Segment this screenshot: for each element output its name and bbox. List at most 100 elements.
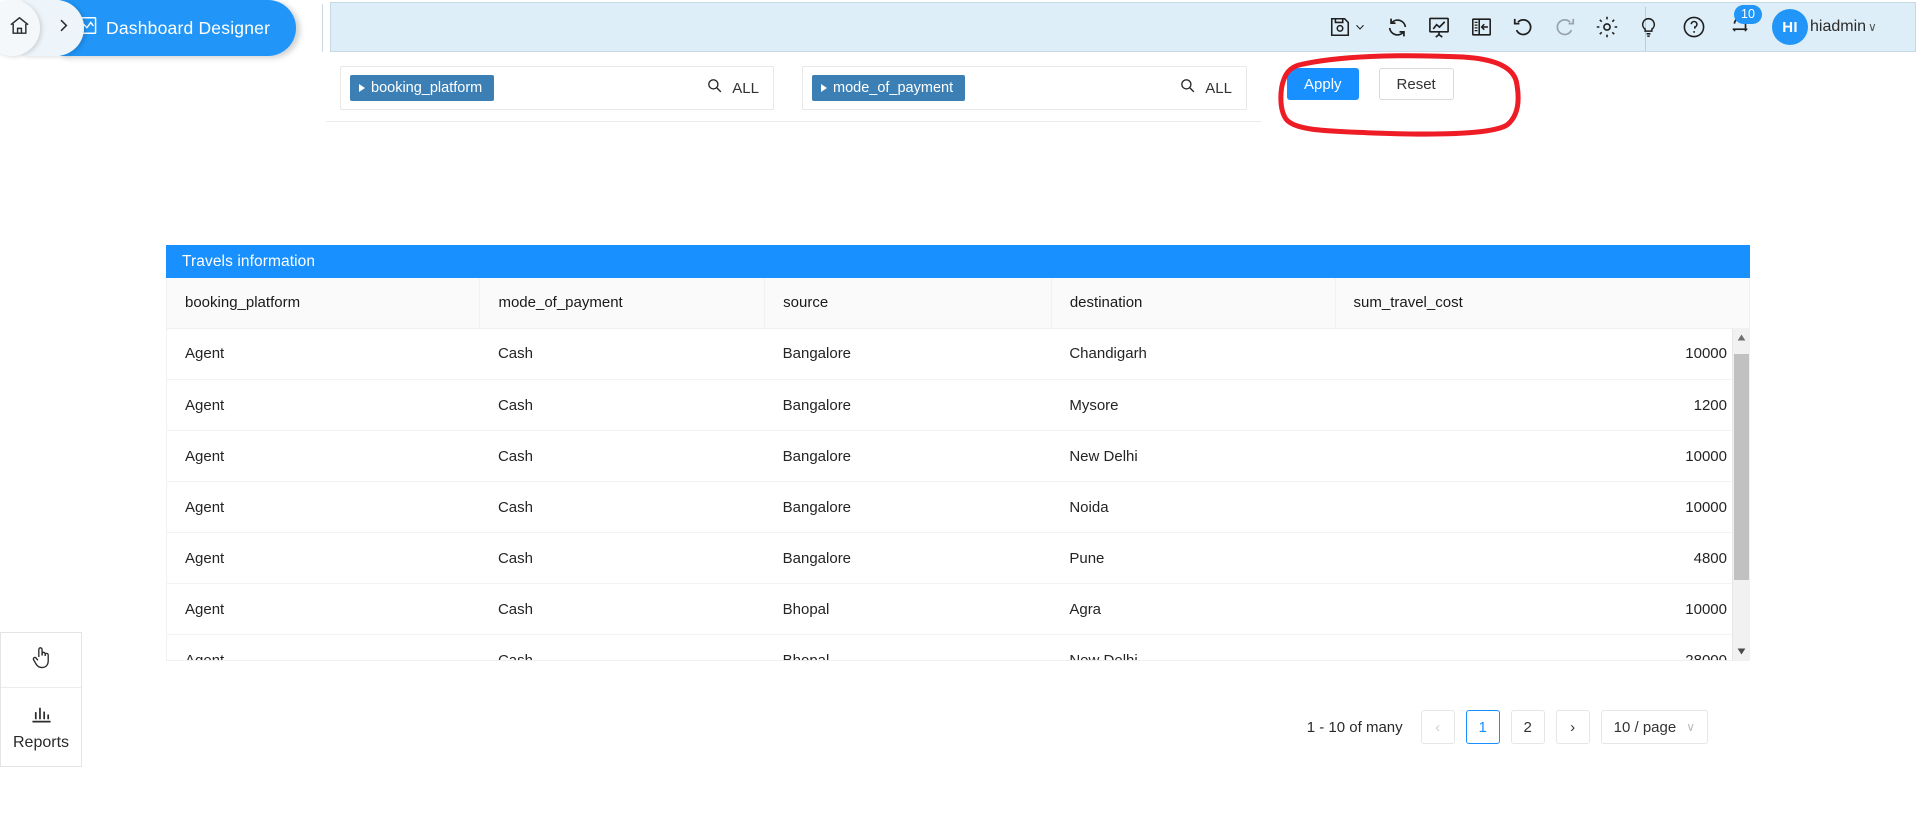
table-column-header: mode_of_payment [479,278,766,329]
table-cell: Bangalore [764,430,1052,482]
table-cell: Cash [479,430,765,482]
table-cell: Agent [167,379,480,431]
table-column-header: destination [1051,278,1336,329]
presentation-icon[interactable] [1425,13,1453,41]
table-column-header: booking_platform [167,278,481,329]
table-cell: 10000 [1335,430,1749,482]
pagination-page-2[interactable]: 2 [1510,710,1545,744]
table-body-scroll-area: Agent Cash Bangalore Chandigarh 10000 Agent Ca… [167,328,1749,660]
table-cell: Agent [167,328,480,380]
table-cell: Cash [479,532,765,584]
chevron-down-icon: ∨ [1868,20,1877,34]
data-table-body: Agent Cash Bangalore Chandigarh 10000 Agent Ca… [167,328,1749,660]
page-size-label: 10 / page [1613,718,1677,736]
scrollbar-thumb[interactable] [1734,353,1749,580]
triangle-right-icon [821,84,827,92]
table-cell: Noida [1051,481,1336,533]
table-cell: Bangalore [764,328,1052,380]
breadcrumb-item-dashboard-designer[interactable]: Dashboard Designer [60,0,297,56]
table-vertical-scrollbar[interactable] [1732,328,1749,660]
data-table: booking_platform mode_of_payment source des… [166,278,1750,661]
table-cell: New Delhi [1051,430,1336,482]
data-table-header: booking_platform mode_of_payment source des… [167,278,1749,329]
filter-cell-divider [326,121,788,122]
sidebar-item-pointer[interactable] [1,633,81,688]
page-title: Travels information [166,245,1750,278]
refresh-icon[interactable] [1383,13,1411,41]
breadcrumb: Dashboard Designer [0,0,322,56]
top-header: Dashboard Designer 10 HI hiadmin ∨ [0,0,1919,56]
undo-icon[interactable] [1509,13,1537,41]
filter-chip-mode-of-payment[interactable]: mode_of_payment [812,75,966,101]
breadcrumb-app-title: Dashboard Designer [106,17,271,38]
table-cell: New Delhi [1051,634,1336,660]
apply-button[interactable]: Apply [1287,68,1359,100]
table-cell: Cash [479,379,765,431]
pointer-hand-icon [30,645,53,675]
gear-icon[interactable] [1593,13,1621,41]
table-cell: Agent [167,532,480,584]
filter-value-mode-of-payment: ALL [1205,79,1232,97]
search-icon[interactable] [1179,77,1196,99]
table-cell: Agra [1051,583,1336,635]
pagination: 1 - 10 of many ‹ 1 2 › 10 / page ∨ [166,710,1750,744]
redo-icon[interactable] [1551,13,1579,41]
table-cell: Cash [479,583,765,635]
pagination-page-1[interactable]: 1 [1465,710,1500,744]
sidebar-item-reports[interactable]: Reports [1,688,81,766]
table-cell: Cash [479,328,765,380]
table-cell: Agent [167,430,480,482]
table-row: Agent Cash Bangalore Pune 4800 [167,532,1749,584]
filter-chip-booking-platform[interactable]: booking_platform [350,75,495,101]
header-divider [322,4,323,52]
avatar: HI [1772,9,1808,45]
notifications-button[interactable]: 10 [1726,5,1762,41]
page-size-select[interactable]: 10 / page ∨ [1600,710,1708,744]
notification-count-badge: 10 [1734,5,1762,24]
filter-booking-platform[interactable]: booking_platform ALL [340,66,774,110]
table-cell: 28000 [1335,634,1749,660]
search-icon[interactable] [706,77,723,99]
table-cell: 1200 [1335,379,1749,431]
help-circle-icon[interactable] [1680,13,1708,41]
lightbulb-icon[interactable] [1634,13,1662,41]
table-cell: Agent [167,583,480,635]
table-cell: 10000 [1335,583,1749,635]
scroll-down-arrow[interactable] [1733,642,1749,660]
filter-mode-of-payment[interactable]: mode_of_payment ALL [802,66,1247,110]
filter-cell-divider [788,121,1261,122]
filter-cell-booking-platform: booking_platform ALL [326,56,788,122]
left-sidebar: Reports [0,632,82,767]
table-row: Agent Cash Bangalore Mysore 1200 [167,379,1749,431]
table-cell: 4800 [1335,532,1749,584]
table-row: Agent Cash Bhopal Agra 10000 [167,583,1749,635]
filter-value-booking-platform: ALL [732,79,759,97]
pagination-next-button[interactable]: › [1555,710,1590,744]
save-icon[interactable] [1325,13,1369,41]
panel-collapse-icon[interactable] [1467,13,1495,41]
dashboard-designer-page: Dashboard Designer 10 HI hiadmin ∨ booki… [0,0,1919,824]
travels-information-card: Travels information booking_platform mode… [166,245,1750,661]
table-cell: Bangalore [764,481,1052,533]
table-cell: Agent [167,481,480,533]
table-cell: Agent [167,634,480,660]
sidebar-item-label: Reports [12,733,70,751]
filter-actions: Apply Reset [1261,56,1454,122]
table-cell: Bhopal [764,583,1052,635]
table-column-header: sum_travel_cost [1335,278,1749,329]
scroll-up-arrow[interactable] [1733,328,1749,346]
table-cell: Bhopal [764,634,1052,660]
pagination-prev-button[interactable]: ‹ [1420,710,1455,744]
chevron-right-icon [55,17,72,39]
table-cell: 10000 [1335,481,1749,533]
filter-bar: booking_platform ALL mode_of_payment ALL… [326,56,1919,131]
home-icon [8,14,31,42]
table-column-header: source [764,278,1052,329]
reset-button[interactable]: Reset [1378,68,1454,100]
chevron-down-icon: ∨ [1686,720,1695,734]
table-row: Agent Cash Bangalore Chandigarh 10000 [167,328,1749,380]
username-label: hiadmin ∨ [1810,18,1877,35]
user-menu[interactable]: HI hiadmin ∨ [1772,9,1877,45]
editor-toolbar [1325,0,1621,54]
table-row: Agent Cash Bangalore New Delhi 10000 [167,430,1749,482]
